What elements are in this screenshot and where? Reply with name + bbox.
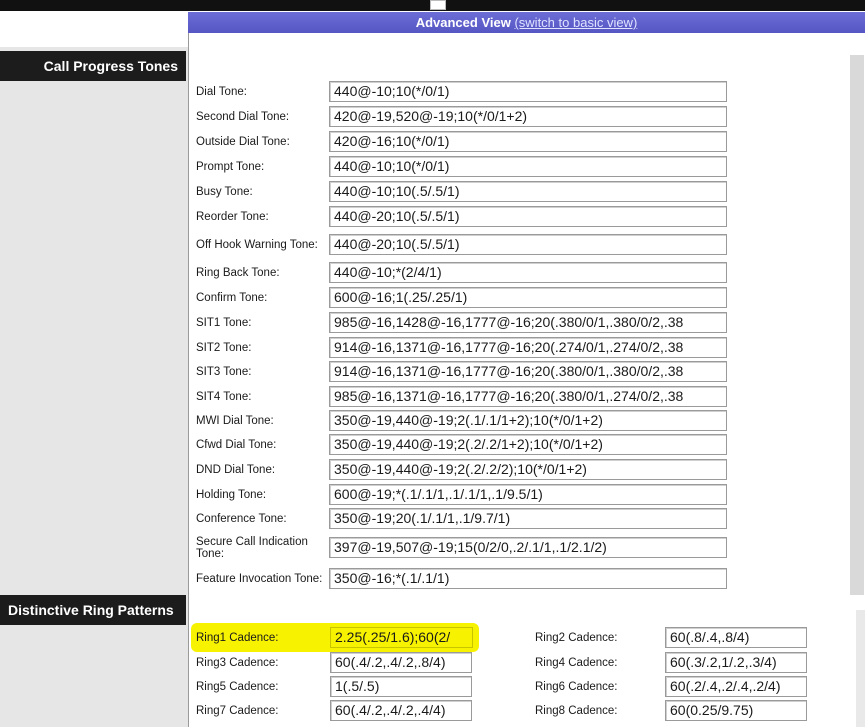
tone-row-mwi-dial: MWI Dial Tone: 350@-19,440@-19;2(.1/.1/1… xyxy=(196,409,736,433)
tone-input[interactable]: 350@-16;*(.1/.1/1) xyxy=(329,568,727,589)
ring-cadence-label: Ring6 Cadence: xyxy=(535,681,618,693)
tone-input[interactable]: 440@-10;10(*/0/1) xyxy=(329,81,727,102)
tone-row-feature-invocation: Feature Invocation Tone: 350@-16;*(.1/.1… xyxy=(196,567,736,591)
tone-row-secure-call-indication: Secure Call Indication Tone: 397@-19,507… xyxy=(196,536,736,560)
ring-cadence-input[interactable]: 60(.3/.2,1/.2,.3/4) xyxy=(665,652,807,673)
ring8-cadence-row: Ring8 Cadence: 60(0.25/9.75) xyxy=(535,699,815,723)
ring3-cadence-row: Ring3 Cadence: 60(.4/.2,.4/.2,.8/4) xyxy=(196,651,478,675)
tone-label: Outside Dial Tone: xyxy=(196,136,290,148)
ring-cadence-label: Ring5 Cadence: xyxy=(196,681,279,693)
ring-cadence-label: Ring2 Cadence: xyxy=(535,632,618,644)
tone-label: DND Dial Tone: xyxy=(196,464,276,476)
tone-input[interactable]: 397@-19,507@-19;15(0/2/0,.2/.1/1,.1/2.1/… xyxy=(329,537,727,558)
tone-row-sit1: SIT1 Tone: 985@-16,1428@-16,1777@-16;20(… xyxy=(196,311,736,335)
tone-label: MWI Dial Tone: xyxy=(196,415,274,427)
tone-label: SIT3 Tone: xyxy=(196,366,252,378)
section-call-progress-tones: Call Progress Tones xyxy=(0,51,186,81)
tone-label: Busy Tone: xyxy=(196,186,253,198)
tone-row-busy: Busy Tone: 440@-10;10(.5/.5/1) xyxy=(196,180,736,204)
tone-input[interactable]: 440@-10;10(.5/.5/1) xyxy=(329,181,727,202)
ring-cadence-input[interactable]: 60(.4/.2,.4/.2,.8/4) xyxy=(330,652,472,673)
tone-input[interactable]: 420@-16;10(*/0/1) xyxy=(329,131,727,152)
ring6-cadence-row: Ring6 Cadence: 60(.2/.4,.2/.4,.2/4) xyxy=(535,675,815,699)
ring-cadence-input[interactable]: 60(.8/.4,.8/4) xyxy=(665,627,807,648)
tone-row-outside-dial: Outside Dial Tone: 420@-16;10(*/0/1) xyxy=(196,130,736,154)
ring-cadence-input[interactable]: 2.25(.25/1.6);60(2/ xyxy=(330,627,473,648)
tone-input[interactable]: 985@-16,1428@-16,1777@-16;20(.380/0/1,.3… xyxy=(329,312,727,333)
ring-cadence-label: Ring3 Cadence: xyxy=(196,657,279,669)
ring1-cadence-row: Ring1 Cadence: 2.25(.25/1.6);60(2/ xyxy=(196,626,478,650)
tone-label: SIT4 Tone: xyxy=(196,391,252,403)
ring-cadence-label: Ring7 Cadence: xyxy=(196,705,279,717)
ring-cadence-label: Ring4 Cadence: xyxy=(535,657,618,669)
tone-input[interactable]: 350@-19,440@-19;2(.2/.2/2);10(*/0/1+2) xyxy=(329,459,727,480)
ring-cadence-label: Ring1 Cadence: xyxy=(196,632,279,644)
scroll-strip xyxy=(850,55,864,595)
switch-to-basic-view-link[interactable]: (switch to basic view) xyxy=(514,15,637,30)
tone-row-reorder: Reorder Tone: 440@-20;10(.5/.5/1) xyxy=(196,205,736,229)
advanced-view-header: Advanced View (switch to basic view) xyxy=(188,12,865,35)
main-panel-border xyxy=(188,33,189,727)
left-column-gap xyxy=(0,33,188,47)
tone-row-second-dial: Second Dial Tone: 420@-19,520@-19;10(*/0… xyxy=(196,105,736,129)
scroll-strip-lower xyxy=(856,610,865,727)
ring2-cadence-row: Ring2 Cadence: 60(.8/.4,.8/4) xyxy=(535,626,815,650)
tone-label: Dial Tone: xyxy=(196,86,247,98)
tone-label: Ring Back Tone: xyxy=(196,267,280,279)
tone-row-sit4: SIT4 Tone: 985@-16,1371@-16,1777@-16;20(… xyxy=(196,385,736,409)
tone-label: SIT2 Tone: xyxy=(196,342,252,354)
ring-cadence-input[interactable]: 60(.4/.2,.4/.2,.4/4) xyxy=(330,700,472,721)
tone-label: Off Hook Warning Tone: xyxy=(196,239,318,251)
tone-label: Conference Tone: xyxy=(196,513,287,525)
ring7-cadence-row: Ring7 Cadence: 60(.4/.2,.4/.2,.4/4) xyxy=(196,699,478,723)
advanced-view-title: Advanced View xyxy=(415,15,511,30)
tone-label: Cfwd Dial Tone: xyxy=(196,439,277,451)
tone-input[interactable]: 420@-19,520@-19;10(*/0/1+2) xyxy=(329,106,727,127)
tone-row-off-hook-warning: Off Hook Warning Tone: 440@-20;10(.5/.5/… xyxy=(196,233,736,257)
tone-label: Holding Tone: xyxy=(196,489,267,501)
ring-cadence-label: Ring8 Cadence: xyxy=(535,705,618,717)
tone-row-conference: Conference Tone: 350@-19;20(.1/.1/1,.1/9… xyxy=(196,507,736,531)
top-bar-tab xyxy=(430,0,446,10)
tone-row-confirm: Confirm Tone: 600@-16;1(.25/.25/1) xyxy=(196,286,736,310)
ring-cadence-input[interactable]: 60(.2/.4,.2/.4,.2/4) xyxy=(665,676,807,697)
tone-input[interactable]: 440@-20;10(.5/.5/1) xyxy=(329,234,727,255)
tone-row-prompt: Prompt Tone: 440@-10;10(*/0/1) xyxy=(196,155,736,179)
tone-row-dnd-dial: DND Dial Tone: 350@-19,440@-19;2(.2/.2/2… xyxy=(196,458,736,482)
ring-cadence-input[interactable]: 1(.5/.5) xyxy=(330,676,472,697)
tone-row-holding: Holding Tone: 600@-19;*(.1/.1/1,.1/.1/1,… xyxy=(196,483,736,507)
tone-label: Second Dial Tone: xyxy=(196,111,290,123)
tone-label: Prompt Tone: xyxy=(196,161,265,173)
tone-input[interactable]: 914@-16,1371@-16,1777@-16;20(.380/0/1,.3… xyxy=(329,361,727,382)
tone-row-dial: Dial Tone: 440@-10;10(*/0/1) xyxy=(196,80,736,104)
tone-label: Confirm Tone: xyxy=(196,292,268,304)
tone-label: Secure Call Indication Tone: xyxy=(196,536,308,560)
tone-row-sit3: SIT3 Tone: 914@-16,1371@-16,1777@-16;20(… xyxy=(196,360,736,384)
tone-label: Feature Invocation Tone: xyxy=(196,573,323,585)
tone-input[interactable]: 985@-16,1371@-16,1777@-16;20(.380/0/1,.2… xyxy=(329,386,727,407)
section-distinctive-ring-patterns: Distinctive Ring Patterns xyxy=(0,595,186,625)
tone-input[interactable]: 914@-16,1371@-16,1777@-16;20(.274/0/1,.2… xyxy=(329,337,727,358)
tone-row-sit2: SIT2 Tone: 914@-16,1371@-16,1777@-16;20(… xyxy=(196,336,736,360)
tone-label: Reorder Tone: xyxy=(196,211,269,223)
tone-row-ring-back: Ring Back Tone: 440@-10;*(2/4/1) xyxy=(196,261,736,285)
tone-input[interactable]: 440@-20;10(.5/.5/1) xyxy=(329,206,727,227)
tone-input[interactable]: 350@-19,440@-19;2(.1/.1/1+2);10(*/0/1+2) xyxy=(329,410,727,431)
tone-input[interactable]: 440@-10;*(2/4/1) xyxy=(329,262,727,283)
tone-row-cfwd-dial: Cfwd Dial Tone: 350@-19,440@-19;2(.2/.2/… xyxy=(196,433,736,457)
tone-input[interactable]: 600@-16;1(.25/.25/1) xyxy=(329,287,727,308)
ring4-cadence-row: Ring4 Cadence: 60(.3/.2,1/.2,.3/4) xyxy=(535,651,815,675)
tone-input[interactable]: 350@-19;20(.1/.1/1,.1/9.7/1) xyxy=(329,508,727,529)
tone-input[interactable]: 600@-19;*(.1/.1/1,.1/.1/1,.1/9.5/1) xyxy=(329,484,727,505)
tone-input[interactable]: 440@-10;10(*/0/1) xyxy=(329,156,727,177)
ring5-cadence-row: Ring5 Cadence: 1(.5/.5) xyxy=(196,675,478,699)
ring-cadence-input[interactable]: 60(0.25/9.75) xyxy=(665,700,807,721)
tone-label: SIT1 Tone: xyxy=(196,317,252,329)
tone-input[interactable]: 350@-19,440@-19;2(.2/.2/1+2);10(*/0/1+2) xyxy=(329,434,727,455)
